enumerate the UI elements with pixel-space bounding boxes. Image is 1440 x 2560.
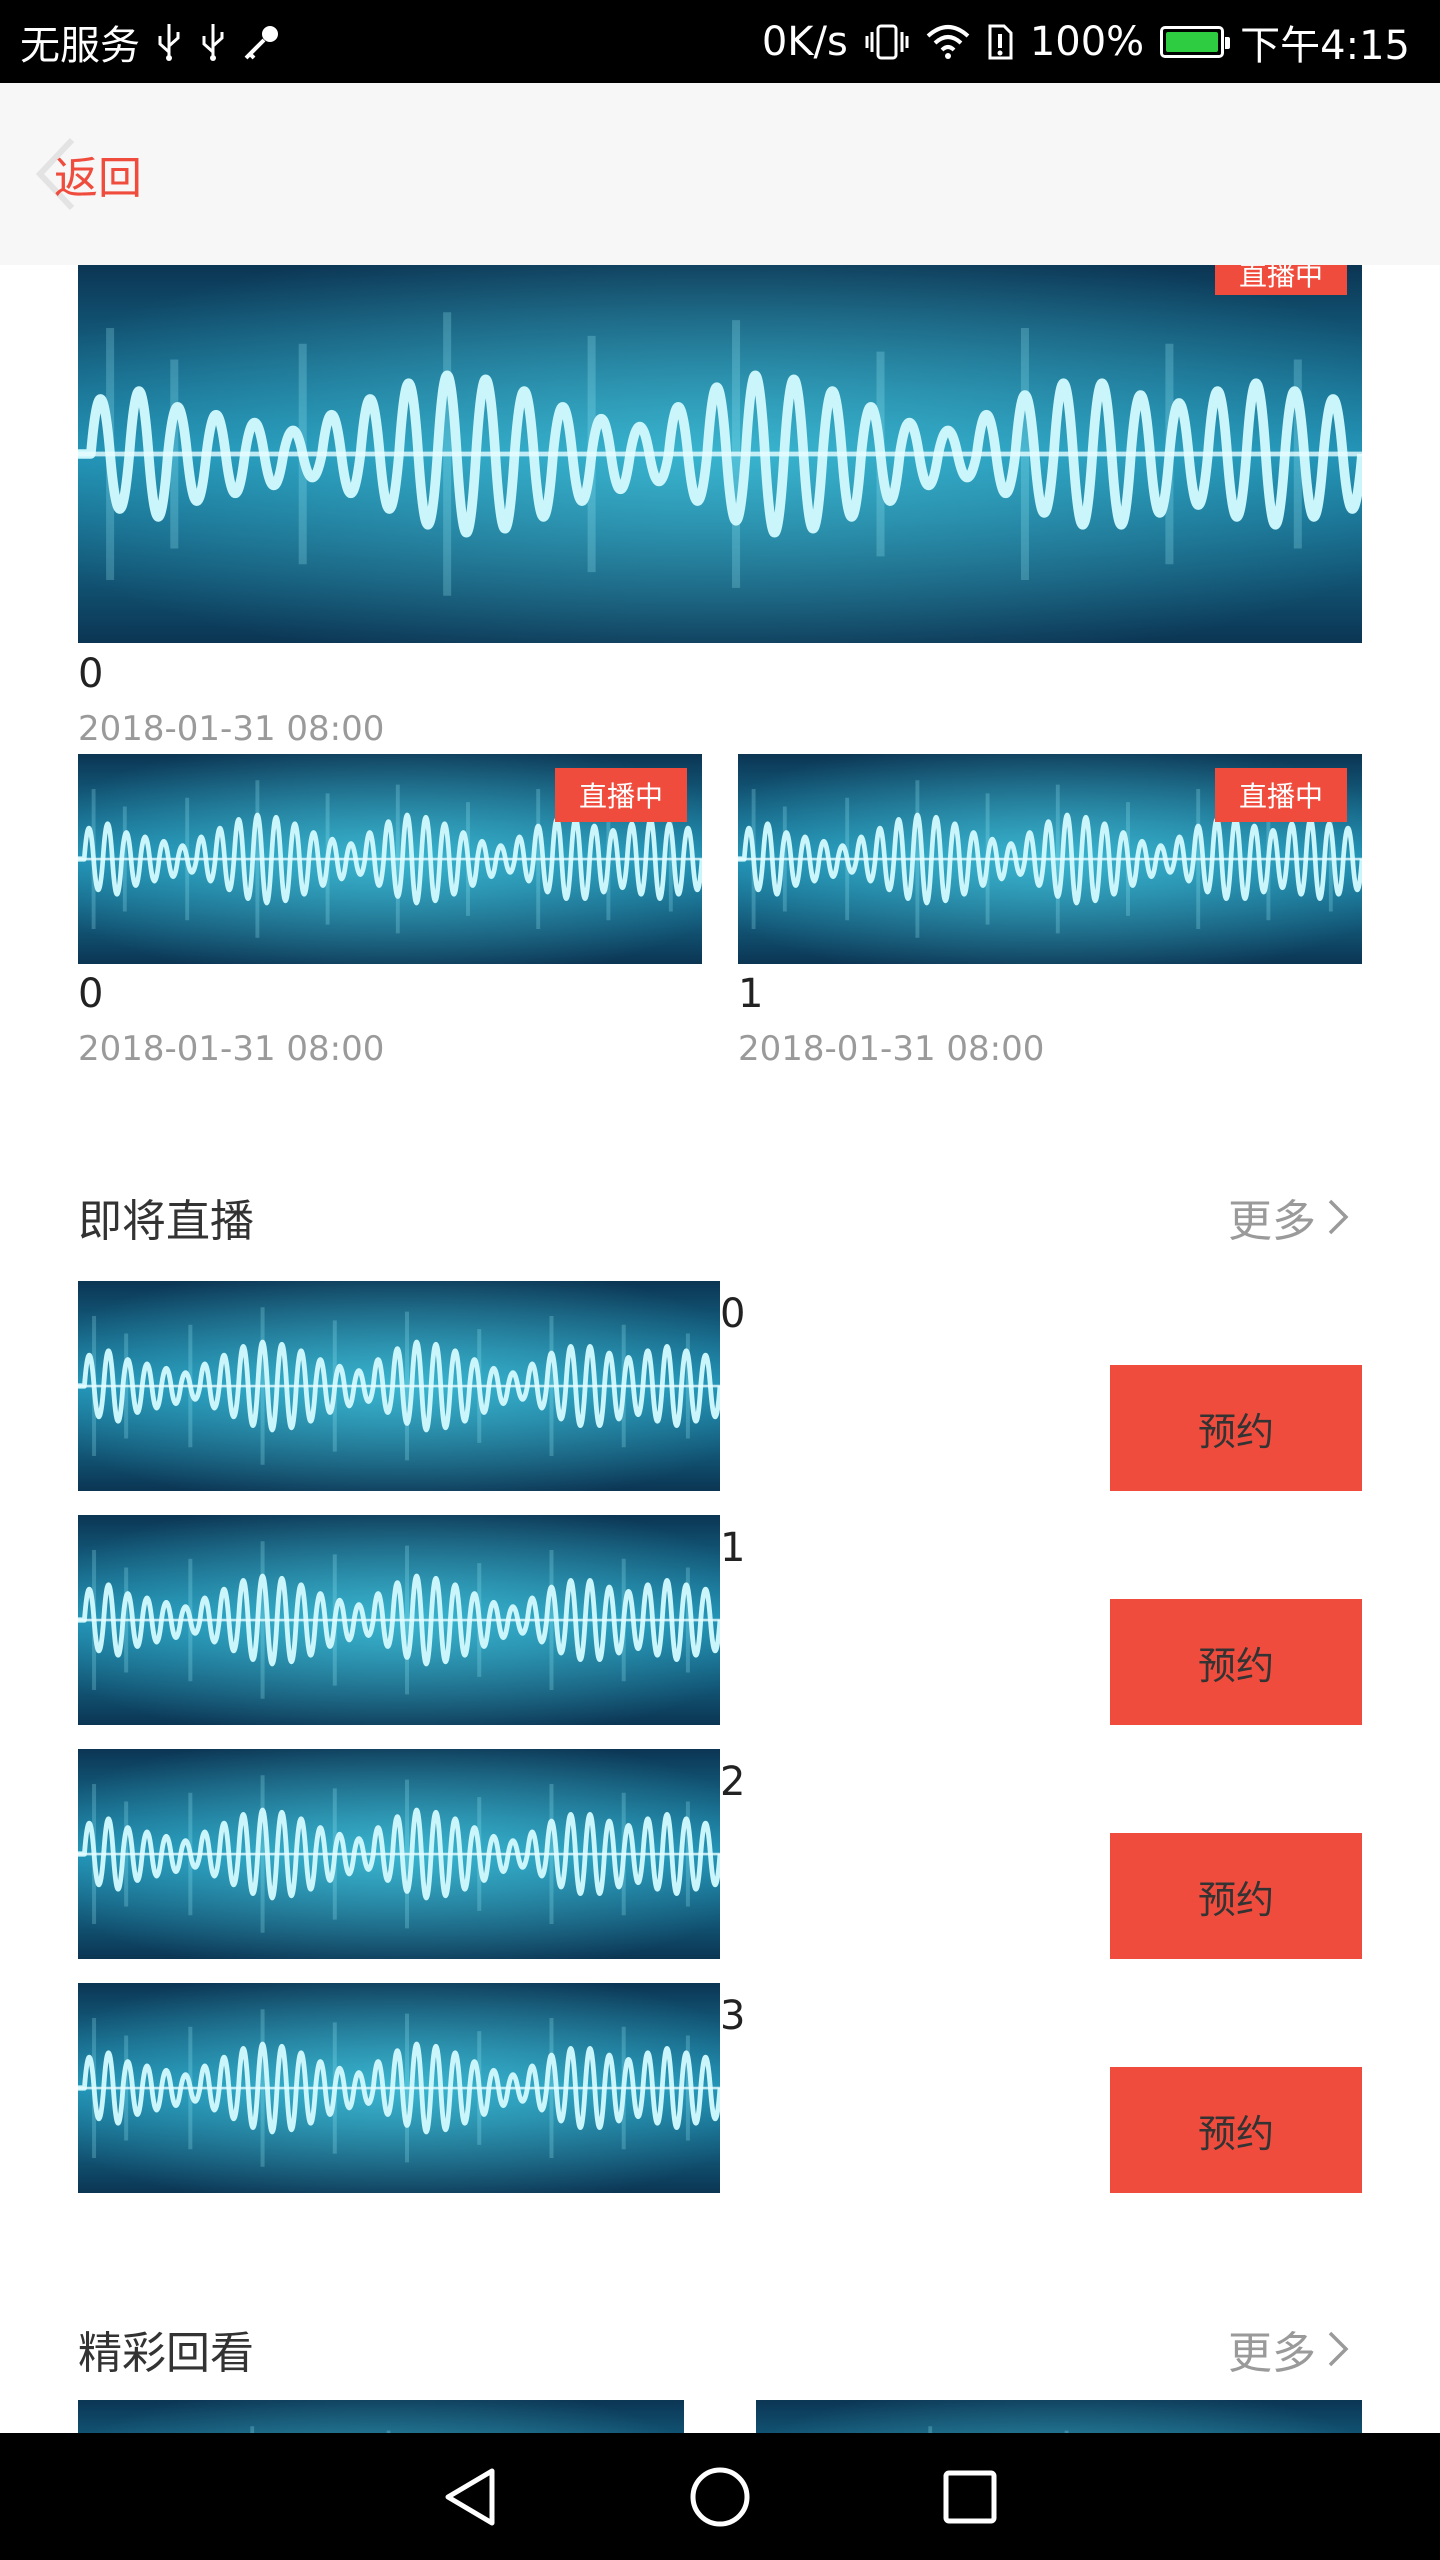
chevron-right-icon xyxy=(1328,1199,1349,1235)
reserve-button[interactable]: 预约 xyxy=(1110,2067,1362,2193)
system-nav-bar xyxy=(0,2433,1440,2560)
upcoming-item-title[interactable]: 2 xyxy=(720,1759,745,1805)
content-scroll[interactable]: 直播中 0 2018-01-31 08:00 直播中 0 2018-01-31 … xyxy=(0,265,1440,2433)
waveform-image xyxy=(78,1281,720,1491)
more-label: 更多 xyxy=(1228,2328,1316,2379)
waveform-image xyxy=(78,1983,720,2193)
reserve-button[interactable]: 预约 xyxy=(1110,1365,1362,1491)
reserve-button[interactable]: 预约 xyxy=(1110,1833,1362,1959)
upcoming-thumbnail[interactable] xyxy=(78,1983,720,2193)
featured-date: 2018-01-31 08:00 xyxy=(78,709,385,749)
upcoming-thumbnail[interactable] xyxy=(78,1515,720,1725)
waveform-image xyxy=(78,265,1362,643)
featured-title[interactable]: 0 xyxy=(78,651,103,697)
back-button[interactable]: 返回 xyxy=(30,131,142,217)
clock: 下午4:15 xyxy=(1240,22,1410,69)
carrier-label: 无服务 xyxy=(20,22,140,69)
recents-square-icon xyxy=(943,2470,997,2523)
live-item-date: 2018-01-31 08:00 xyxy=(738,1029,1045,1069)
waveform-image xyxy=(756,2400,1362,2433)
live-item-date: 2018-01-31 08:00 xyxy=(78,1029,385,1069)
waveform-image xyxy=(78,2400,684,2433)
status-right: 0K/s 100% 下午4:15 xyxy=(762,0,1410,83)
app-header: 返回 xyxy=(0,83,1440,265)
replay-more-link[interactable]: 更多 xyxy=(1228,2317,1350,2381)
nav-back-button[interactable] xyxy=(430,2457,510,2537)
battery-icon xyxy=(1160,25,1231,58)
nav-home-button[interactable] xyxy=(680,2457,760,2537)
live-item-title[interactable]: 1 xyxy=(738,971,763,1017)
upcoming-more-link[interactable]: 更多 xyxy=(1228,1185,1350,1249)
key-icon xyxy=(244,25,278,59)
replay-thumbnail[interactable] xyxy=(756,2400,1362,2433)
battery-percent: 100% xyxy=(1029,18,1145,65)
upcoming-item-title[interactable]: 1 xyxy=(720,1525,745,1571)
sim-alert-icon xyxy=(988,24,1013,59)
replay-thumbnail[interactable] xyxy=(78,2400,684,2433)
featured-thumbnail[interactable] xyxy=(78,265,1362,643)
waveform-image xyxy=(78,1749,720,1959)
back-triangle-icon xyxy=(445,2468,495,2525)
nav-recents-button[interactable] xyxy=(930,2457,1010,2537)
upcoming-section-title: 即将直播 xyxy=(78,1196,254,1247)
live-badge: 直播中 xyxy=(555,768,687,822)
back-label: 返回 xyxy=(54,153,142,204)
upcoming-item-title[interactable]: 0 xyxy=(720,1291,745,1337)
wifi-icon xyxy=(926,24,970,59)
upcoming-thumbnail[interactable] xyxy=(78,1749,720,1959)
status-bar: 无服务 0K/s 100% 下午4:15 xyxy=(0,0,1440,83)
upcoming-thumbnail[interactable] xyxy=(78,1281,720,1491)
status-left: 无服务 xyxy=(20,0,282,83)
live-item-title[interactable]: 0 xyxy=(78,971,103,1017)
status-icons-left xyxy=(154,22,282,62)
home-circle-icon xyxy=(690,2467,750,2526)
chevron-right-icon xyxy=(1328,2331,1349,2367)
waveform-image xyxy=(78,1515,720,1725)
usb-icon xyxy=(202,23,224,61)
live-badge: 直播中 xyxy=(1215,768,1347,822)
usb-icon xyxy=(158,23,180,61)
vibrate-icon xyxy=(865,24,909,59)
more-label: 更多 xyxy=(1228,1196,1316,1247)
reserve-button[interactable]: 预约 xyxy=(1110,1599,1362,1725)
net-speed: 0K/s xyxy=(761,18,848,65)
upcoming-item-title[interactable]: 3 xyxy=(720,1993,745,2039)
replay-section-title: 精彩回看 xyxy=(78,2328,254,2379)
live-badge: 直播中 xyxy=(1215,265,1347,295)
